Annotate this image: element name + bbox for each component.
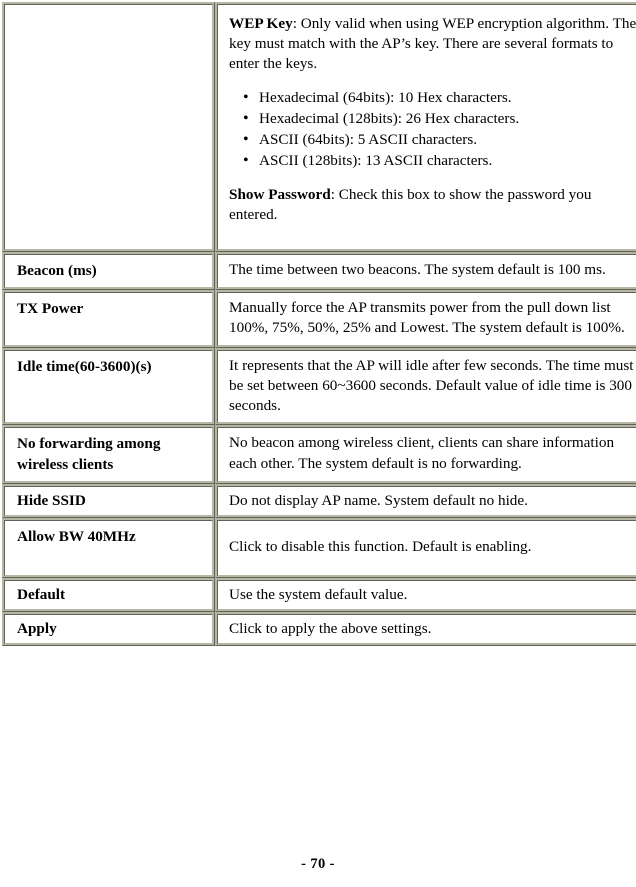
table-cell-label-default: Default [2,577,215,613]
table-row: Allow BW 40MHz Click to disable this fun… [2,517,636,578]
table-cell-description-no-forwarding: No beacon among wireless client, clients… [215,425,636,484]
list-item: Hexadecimal (64bits): 10 Hex characters. [243,87,636,108]
document-page: WEP Key: Only valid when using WEP encry… [0,0,636,887]
table-row: WEP Key: Only valid when using WEP encry… [2,2,636,252]
table-cell-label-continuation [2,2,215,252]
term-wep-key: WEP Key [229,15,293,32]
list-key-formats: Hexadecimal (64bits): 10 Hex characters.… [229,87,636,172]
paragraph-show-password: Show Password: Check this box to show th… [229,185,636,225]
list-item: ASCII (64bits): 5 ASCII characters. [243,129,636,150]
separator-colon: : [330,185,339,203]
settings-description-table: WEP Key: Only valid when using WEP encry… [2,2,636,647]
table-body: WEP Key: Only valid when using WEP encry… [2,2,636,647]
table-cell-label-idle-time: Idle time(60-3600)(s) [2,347,215,426]
table-cell-description-apply: Click to apply the above settings. [215,612,636,647]
table-cell-description-default: Use the system default value. [215,577,636,613]
table-cell-label-apply: Apply [2,612,215,647]
table-row: TX Power Manually force the AP transmits… [2,290,636,348]
term-show-password: Show Password [229,185,331,203]
table-cell-description-wep-key: WEP Key: Only valid when using WEP encry… [215,2,636,252]
table-cell-label-no-forwarding: No forwarding among wireless clients [2,425,215,484]
table-cell-label-beacon: Beacon (ms) [2,252,215,291]
paragraph-wep-key: WEP Key: Only valid when using WEP encry… [229,14,636,75]
page-number: - 70 - [301,856,335,872]
table-row: Hide SSID Do not display AP name. System… [2,483,636,518]
table-row: No forwarding among wireless clients No … [2,425,636,484]
table-row: Default Use the system default value. [2,577,636,613]
table-cell-description-tx-power: Manually force the AP transmits power fr… [215,290,636,348]
table-cell-description-idle-time: It represents that the AP will idle afte… [215,347,636,426]
separator-colon: : [292,15,301,32]
table-cell-description-hide-ssid: Do not display AP name. System default n… [215,483,636,518]
table-cell-description-beacon: The time between two beacons. The system… [215,252,636,291]
table-row: Apply Click to apply the above settings. [2,612,636,647]
table-cell-label-hide-ssid: Hide SSID [2,483,215,518]
list-item: ASCII (128bits): 13 ASCII characters. [243,150,636,171]
table-row: Beacon (ms) The time between two beacons… [2,252,636,291]
table-cell-label-tx-power: TX Power [2,290,215,348]
table-cell-label-allow-bw-40mhz: Allow BW 40MHz [2,517,215,578]
table-row: Idle time(60-3600)(s) It represents that… [2,347,636,426]
table-cell-description-allow-bw-40mhz: Click to disable this function. Default … [215,517,636,578]
list-item: Hexadecimal (128bits): 26 Hex characters… [243,108,636,129]
